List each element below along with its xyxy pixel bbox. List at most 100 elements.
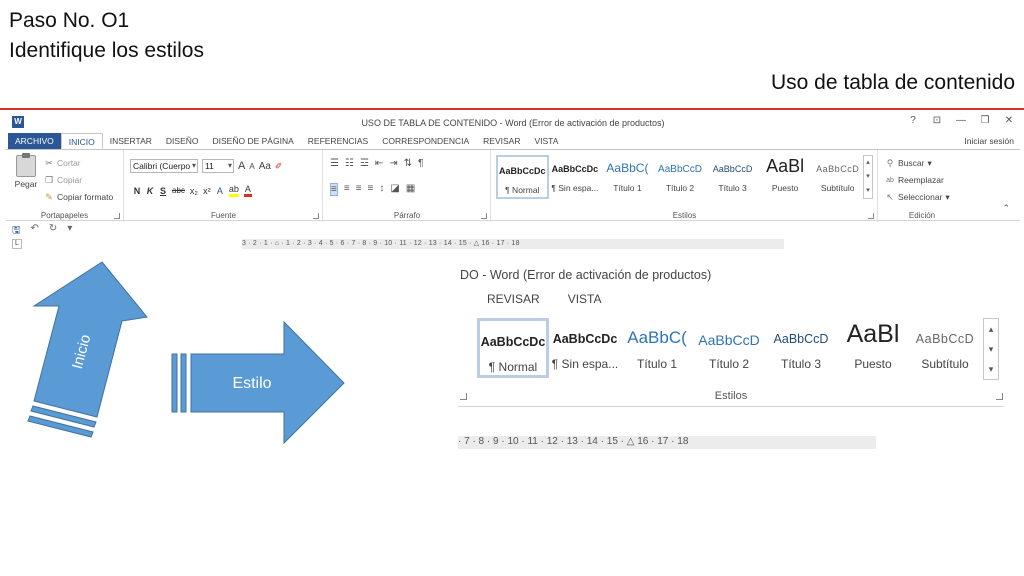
group-styles: AaBbCcDc ¶ Normal AaBbCcDc ¶ Sin espa...… [492,150,878,222]
style-normal[interactable]: AaBbCcDc ¶ Normal [496,155,549,199]
style-sample: AaBbCcD [816,164,860,174]
zoom-style-no-spacing[interactable]: AaBbCcDc ¶ Sin espa... [549,318,621,378]
zoom-styles-launcher-icon[interactable] [996,393,1003,400]
underline-button[interactable]: S [159,186,167,196]
find-button[interactable]: ⚲ Buscar ▾ [885,155,950,172]
style-sample: AaBbCcD [773,332,829,346]
font-name-select[interactable]: Calibri (Cuerpo [130,159,198,173]
paste-label: Pegar [14,179,38,189]
styles-gallery-scroll[interactable]: ▴ ▾ ▾ [863,155,873,199]
tab-inicio[interactable]: INICIO [60,133,103,149]
tab-archivo[interactable]: ARCHIVO [8,133,61,149]
style-heading-2[interactable]: AaBbCcD Título 2 [654,155,707,199]
strikethrough-button[interactable]: abc [172,186,185,195]
title-bar: W USO DE TABLA DE CONTENIDO - Word (Erro… [6,112,1020,132]
collapse-ribbon-icon[interactable]: ⌃ [1002,203,1010,214]
redo-icon[interactable]: ↻ [49,223,57,240]
customize-qat-icon[interactable]: ▾ [67,223,72,240]
style-heading-3[interactable]: AaBbCcD Título 3 [706,155,759,199]
bullets-icon[interactable]: ☰ [330,158,339,169]
style-title[interactable]: AaBl Puesto [759,155,812,199]
superscript-button[interactable]: x² [203,186,211,196]
copy-icon: ❐ [44,175,54,185]
save-icon[interactable]: 🖫 [12,223,21,240]
zoom-gallery-scroll[interactable]: ▴ ▾ ▾ [983,318,999,380]
slide-right-title: Uso de tabla de contenido [770,71,1015,94]
align-left-icon[interactable]: ≡ [330,183,338,196]
format-painter-button[interactable]: ✎ Copiar formato [44,189,113,206]
subscript-button[interactable]: x₂ [190,186,198,196]
ribbon-tabs: ARCHIVO INICIO INSERTAR DISEÑO DISEÑO DE… [6,133,1020,149]
style-no-spacing[interactable]: AaBbCcDc ¶ Sin espa... [549,155,602,199]
minimize-icon[interactable]: — [954,115,968,126]
tab-diseno-pagina[interactable]: DISEÑO DE PÁGINA [206,133,301,149]
grow-font-button[interactable]: A [238,160,245,172]
zoom-style-normal[interactable]: AaBbCcDc ¶ Normal [477,318,549,378]
tab-correspondencia[interactable]: CORRESPONDENCIA [375,133,476,149]
tab-vista[interactable]: VISTA [527,133,565,149]
tab-referencias[interactable]: REFERENCIAS [301,133,375,149]
shading-icon[interactable]: ◪ [390,183,399,196]
font-launcher-icon[interactable] [313,213,319,219]
clipboard-launcher-icon[interactable] [114,213,120,219]
group-font: Calibri (Cuerpo 11 A A Aa ✐ N K S abc x₂… [125,150,323,222]
align-right-icon[interactable]: ≡ [356,183,362,196]
restore-icon[interactable]: ❐ [978,115,992,126]
style-name: Título 2 [708,357,750,371]
help-icon[interactable]: ? [906,115,920,126]
zoom-style-title[interactable]: AaBl Puesto [837,318,909,378]
ribbon-display-icon[interactable]: ⊡ [930,115,944,126]
italic-button[interactable]: K [146,186,154,196]
slide-divider [0,108,1024,110]
decrease-indent-icon[interactable]: ⇤ [375,158,383,169]
multilevel-list-icon[interactable]: ☲ [360,158,369,169]
justify-icon[interactable]: ≡ [368,183,374,196]
align-center-icon[interactable]: ≡ [344,183,350,196]
undo-icon[interactable]: ↶ [31,223,39,240]
style-heading-1[interactable]: AaBbC( Título 1 [601,155,654,199]
zoom-tab-revisar[interactable]: REVISAR [487,292,540,306]
shrink-font-button[interactable]: A [249,162,254,171]
text-effects-button[interactable]: A [216,186,224,196]
line-spacing-icon[interactable]: ↕ [379,183,384,196]
format-painter-label: Copiar formato [57,192,114,202]
tab-revisar[interactable]: REVISAR [476,133,527,149]
clear-format-icon[interactable]: ✐ [275,161,283,172]
zoom-style-heading-1[interactable]: AaBbC( Título 1 [621,318,693,378]
zoom-tab-vista[interactable]: VISTA [568,292,602,306]
paste-button[interactable]: Pegar [12,153,40,189]
borders-icon[interactable]: ▦ [406,183,415,196]
horizontal-ruler[interactable]: 3 · 2 · 1 · ⌂ · 1 · 2 · 3 · 4 · 5 · 6 · … [242,239,784,249]
replace-button[interactable]: ab Reemplazar [885,172,950,189]
bold-button[interactable]: N [133,186,141,196]
tab-selector-icon[interactable]: L [12,239,22,249]
pilcrow-icon[interactable]: ¶ [418,158,423,169]
numbering-icon[interactable]: ☷ [345,158,354,169]
tab-diseno[interactable]: DISEÑO [159,133,206,149]
right-arrow-label: Estilo [232,375,271,392]
font-size-select[interactable]: 11 [202,159,234,173]
select-button[interactable]: ↖ Seleccionar ▾ [885,189,949,206]
style-name: Subtítulo [921,357,969,371]
copy-button[interactable]: ❐ Copiar [44,172,113,189]
zoom-style-subtitle[interactable]: AaBbCcD Subtítulo [909,318,981,378]
close-icon[interactable]: ✕ [1002,115,1016,126]
quick-access-toolbar: 🖫 ↶ ↻ ▾ [12,223,72,240]
increase-indent-icon[interactable]: ⇥ [389,158,397,169]
right-arrow-stripe [171,353,178,413]
tab-insertar[interactable]: INSERTAR [103,133,159,149]
signin-link[interactable]: Iniciar sesión [964,136,1014,146]
paragraph-launcher-icon[interactable] [481,213,487,219]
style-subtitle[interactable]: AaBbCcD Subtítulo [811,155,864,199]
styles-launcher-icon[interactable] [868,213,874,219]
zoom-style-heading-2[interactable]: AaBbCcD Título 2 [693,318,765,378]
cut-button[interactable]: ✂ Cortar [44,155,113,172]
zoom-style-heading-3[interactable]: AaBbCcD Título 3 [765,318,837,378]
font-color-button[interactable]: A [243,184,252,197]
change-case-button[interactable]: Aa [259,161,271,172]
window-controls: ? ⊡ — ❐ ✕ [906,115,1016,126]
zoom-ruler[interactable]: · 7 · 8 · 9 · 10 · 11 · 12 · 13 · 14 · 1… [458,436,876,449]
sort-icon[interactable]: ⇅ [404,158,412,169]
style-sample: AaBbCcD [698,332,760,348]
highlight-button[interactable]: ab [228,184,239,197]
